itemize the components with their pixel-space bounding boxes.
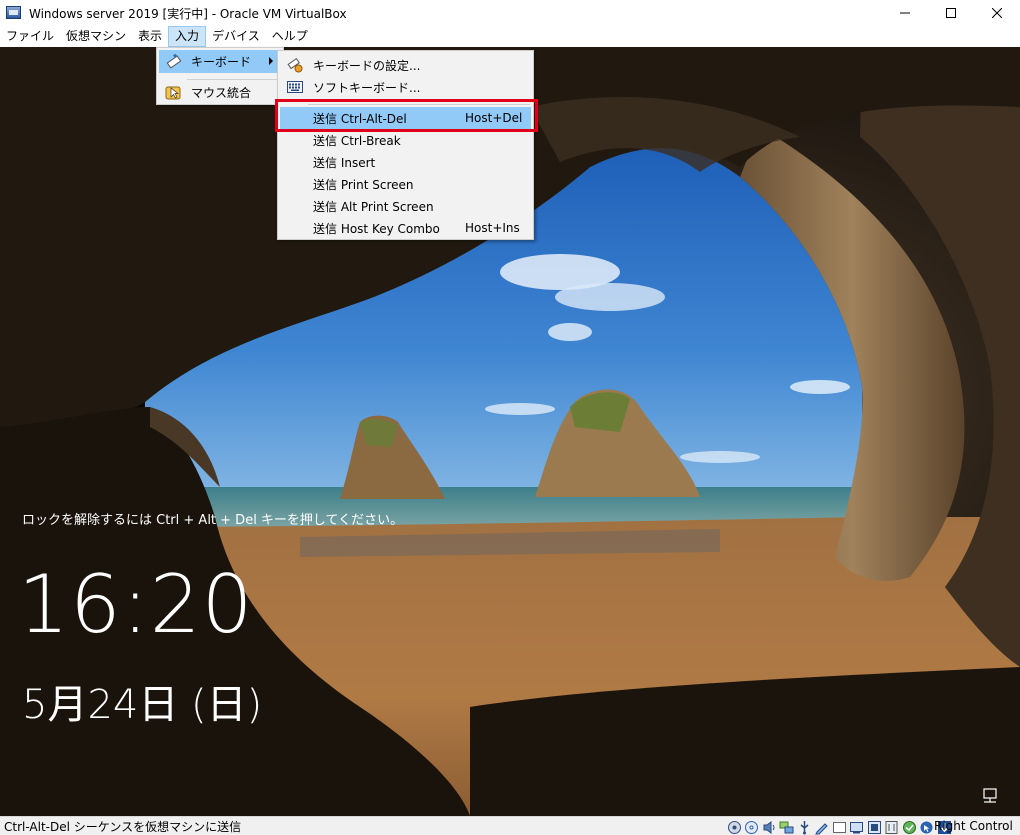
menu-item-send-host-key-combo-shortcut: Host+Ins xyxy=(465,221,520,235)
video-capture-icon[interactable] xyxy=(849,819,865,835)
menu-item-keyboard-settings[interactable]: キーボードの設定... xyxy=(280,54,531,76)
menu-item-send-insert-label: 送信 Insert xyxy=(313,155,376,170)
menu-machine[interactable]: 仮想マシン xyxy=(60,26,132,47)
optical-drive-icon[interactable] xyxy=(744,819,760,835)
menu-item-send-ctrl-break-label: 送信 Ctrl-Break xyxy=(313,133,401,148)
submenu-arrow-icon xyxy=(269,57,273,65)
menu-item-send-print-screen[interactable]: 送信 Print Screen xyxy=(280,173,531,195)
input-menu-dropdown: キーボード マウス統合 xyxy=(156,47,284,105)
menu-separator xyxy=(187,79,277,80)
status-bar: Ctrl-Alt-Del シーケンスを仮想マシンに送信 Right Contro… xyxy=(0,816,1020,835)
menu-item-mouse-integration[interactable]: マウス統合 xyxy=(159,81,281,104)
menu-item-keyboard-settings-label: キーボードの設定... xyxy=(313,58,421,73)
menu-file[interactable]: ファイル xyxy=(0,26,60,47)
cpu-icon[interactable] xyxy=(866,819,882,835)
display-icon[interactable] xyxy=(831,819,847,835)
network-status-icon[interactable] xyxy=(981,787,999,805)
status-text: Ctrl-Alt-Del シーケンスを仮想マシンに送信 xyxy=(4,819,242,834)
status-icons xyxy=(726,819,954,835)
menu-item-keyboard-label: キーボード xyxy=(191,55,252,69)
menu-item-mouse-integration-label: マウス統合 xyxy=(191,86,252,100)
audio-icon[interactable] xyxy=(761,819,777,835)
mouse-integration-status-icon[interactable] xyxy=(919,819,935,835)
window-title: Windows server 2019 [実行中] - Oracle VM Vi… xyxy=(29,6,347,21)
close-icon xyxy=(992,8,1002,18)
menu-item-send-alt-print-screen[interactable]: 送信 Alt Print Screen xyxy=(280,195,531,217)
hard-disk-icon[interactable] xyxy=(726,819,742,835)
recording-icon[interactable] xyxy=(884,819,900,835)
menu-view[interactable]: 表示 xyxy=(132,26,168,47)
lock-screen-time: 16:20 xyxy=(18,558,254,651)
network-icon[interactable] xyxy=(779,819,795,835)
menu-input[interactable]: 入力 xyxy=(168,26,207,47)
minimize-button[interactable] xyxy=(882,0,928,26)
maximize-button[interactable] xyxy=(928,0,974,26)
menu-item-send-host-key-combo[interactable]: 送信 Host Key Combo Host+Ins xyxy=(280,217,531,239)
maximize-icon xyxy=(946,8,956,18)
window-controls xyxy=(882,0,1020,26)
minimize-icon xyxy=(900,12,910,14)
host-key-label: Right Control xyxy=(934,819,1013,833)
keyboard-pen-icon xyxy=(163,52,185,72)
soft-keyboard-icon xyxy=(284,77,306,97)
menu-help[interactable]: ヘルプ xyxy=(266,26,314,47)
menu-item-send-ctrl-break[interactable]: 送信 Ctrl-Break xyxy=(280,129,531,151)
shared-folders-icon[interactable] xyxy=(814,819,830,835)
highlight-annotation-frame xyxy=(275,99,538,132)
usb-icon[interactable] xyxy=(796,819,812,835)
keyboard-submenu: キーボードの設定... ソフトキーボード... 送信 Ctrl-Alt-Del … xyxy=(277,50,534,240)
menu-item-send-alt-print-screen-label: 送信 Alt Print Screen xyxy=(313,199,434,214)
mouse-integration-icon xyxy=(163,83,185,103)
lock-screen-date: 5月24日 (日) xyxy=(22,682,263,728)
keyboard-settings-icon xyxy=(284,55,306,75)
menu-item-soft-keyboard[interactable]: ソフトキーボード... xyxy=(280,76,531,98)
menu-item-send-insert[interactable]: 送信 Insert xyxy=(280,151,531,173)
lock-screen-message: ロックを解除するには Ctrl + Alt + Del キーを押してください。 xyxy=(22,513,404,528)
virtualbox-app-icon xyxy=(5,4,23,22)
menu-item-send-print-screen-label: 送信 Print Screen xyxy=(313,177,414,192)
menu-item-send-host-key-combo-label: 送信 Host Key Combo xyxy=(313,221,440,236)
vm-activity-icon[interactable] xyxy=(901,819,917,835)
menu-item-soft-keyboard-label: ソフトキーボード... xyxy=(313,80,421,95)
menu-bar: ファイル 仮想マシン 表示 入力 デバイス ヘルプ xyxy=(0,26,1020,47)
menu-devices[interactable]: デバイス xyxy=(206,26,266,47)
close-button[interactable] xyxy=(974,0,1020,26)
menu-item-keyboard[interactable]: キーボード xyxy=(159,50,281,73)
title-bar[interactable]: Windows server 2019 [実行中] - Oracle VM Vi… xyxy=(0,0,1020,26)
